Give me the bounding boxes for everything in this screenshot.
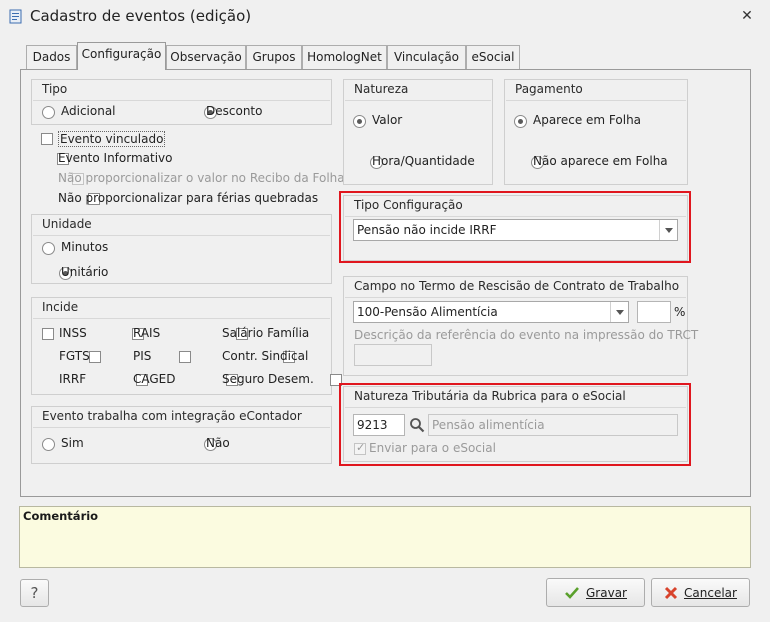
tab-configuracao[interactable]: Configuração bbox=[77, 42, 166, 70]
tipo-configuracao-title: Tipo Configuração bbox=[354, 198, 463, 212]
nao-proporcionalizar-ferias-label: Não proporcionalizar para férias quebrad… bbox=[58, 191, 319, 205]
natureza-tributaria-code-input[interactable]: 9213 bbox=[353, 414, 405, 436]
tab-vinculacao[interactable]: Vinculação bbox=[387, 45, 466, 69]
evento-vinculado-checkbox[interactable] bbox=[41, 133, 53, 145]
incide-seguro-desem-checkbox[interactable] bbox=[330, 374, 343, 386]
nao-proporcionalizar-recibo-label: Não proporcionalizar o valor no Recibo d… bbox=[58, 171, 345, 185]
tab-esocial[interactable]: eSocial bbox=[466, 45, 520, 69]
check-icon bbox=[565, 586, 579, 599]
chevron-down-icon[interactable] bbox=[610, 302, 628, 322]
incide-seguro-desem-label: Seguro Desem. bbox=[222, 372, 314, 386]
incide-fgts-checkbox[interactable] bbox=[88, 351, 101, 363]
chevron-down-icon[interactable] bbox=[659, 220, 677, 240]
cancel-label: Cancelar bbox=[684, 585, 737, 600]
natureza-tributaria-code: 9213 bbox=[357, 418, 388, 432]
natureza-valor-label: Valor bbox=[372, 113, 403, 127]
natureza-group: Natureza Valor Hora/Quantidade bbox=[343, 79, 493, 185]
evento-informativo-label: Evento Informativo bbox=[58, 151, 173, 165]
tipo-desconto-label: Desconto bbox=[206, 104, 263, 118]
incide-inss-label: INSS bbox=[59, 326, 87, 340]
enviar-esocial-label: Enviar para o eSocial bbox=[369, 441, 496, 455]
pagamento-nao-aparece-label: Não aparece em Folha bbox=[533, 154, 668, 168]
tipo-configuracao-group: Tipo Configuração Pensão não incide IRRF bbox=[343, 195, 688, 261]
cancel-button[interactable]: Cancelar bbox=[651, 578, 750, 607]
tipo-configuracao-select[interactable]: Pensão não incide IRRF bbox=[353, 219, 678, 241]
unidade-minutos-label: Minutos bbox=[61, 240, 109, 254]
econtador-nao-label: Não bbox=[206, 436, 230, 450]
enviar-esocial-checkbox[interactable] bbox=[354, 441, 366, 455]
natureza-hora-label: Hora/Quantidade bbox=[372, 154, 475, 168]
incide-salario-familia-label: Salário Família bbox=[222, 326, 310, 340]
incide-irrf-label: IRRF bbox=[59, 372, 87, 386]
incide-title: Incide bbox=[42, 300, 79, 314]
rescisao-group: Campo no Termo de Rescisão de Contrato d… bbox=[343, 276, 698, 376]
save-label: Gravar bbox=[586, 585, 627, 600]
tab-grupos[interactable]: Grupos bbox=[246, 45, 302, 69]
incide-inss-checkbox[interactable] bbox=[42, 328, 54, 340]
incide-pis-checkbox[interactable] bbox=[178, 351, 191, 363]
unidade-unitario-label: Unitário bbox=[61, 265, 109, 279]
tab-homolognet[interactable]: HomologNet bbox=[302, 45, 387, 69]
evento-vinculado-label: Evento vinculado bbox=[58, 131, 166, 147]
rescisao-percent-input[interactable] bbox=[637, 301, 671, 323]
save-button[interactable]: Gravar bbox=[546, 578, 645, 607]
econtador-sim-label: Sim bbox=[61, 436, 84, 450]
rescisao-descricao-input[interactable] bbox=[354, 344, 432, 366]
help-button[interactable]: ? bbox=[20, 579, 49, 607]
econtador-sim-radio[interactable] bbox=[42, 438, 55, 451]
natureza-tributaria-description: Pensão alimentícia bbox=[432, 418, 545, 432]
tab-dados[interactable]: Dados bbox=[26, 45, 77, 69]
econtador-title: Evento trabalha com integração eContador bbox=[42, 409, 302, 423]
percent-symbol: % bbox=[674, 305, 686, 319]
incide-caged-label: CAGED bbox=[133, 372, 176, 386]
natureza-tributaria-description-input[interactable]: Pensão alimentícia bbox=[428, 414, 678, 436]
rescisao-title: Campo no Termo de Rescisão de Contrato d… bbox=[354, 279, 680, 293]
pagamento-title: Pagamento bbox=[515, 82, 583, 96]
natureza-tributaria-title: Natureza Tributária da Rubrica para o eS… bbox=[354, 389, 626, 403]
econtador-group: Evento trabalha com integração eContador… bbox=[31, 406, 332, 464]
tipo-adicional-radio[interactable] bbox=[42, 106, 55, 119]
incide-group: Incide INSS RAIS Salário Família FGTS PI… bbox=[31, 297, 343, 395]
pagamento-group: Pagamento Aparece em Folha Não aparece e… bbox=[504, 79, 688, 185]
tab-panel-configuracao: Tipo Adicional Desconto Evento vinculado… bbox=[20, 69, 751, 497]
comment-label: Comentário bbox=[23, 509, 99, 523]
incide-pis-label: PIS bbox=[133, 349, 152, 363]
incide-fgts-label: FGTS bbox=[59, 349, 90, 363]
rescisao-descricao-label: Descrição da referência do evento na imp… bbox=[354, 328, 699, 342]
unidade-minutos-radio[interactable] bbox=[42, 242, 55, 255]
pagamento-aparece-radio[interactable] bbox=[514, 115, 527, 128]
search-icon[interactable] bbox=[406, 414, 428, 436]
natureza-title: Natureza bbox=[354, 82, 409, 96]
tipo-adicional-label: Adicional bbox=[61, 104, 116, 118]
tipo-configuracao-value: Pensão não incide IRRF bbox=[357, 223, 497, 237]
natureza-tributaria-group: Natureza Tributária da Rubrica para o eS… bbox=[343, 386, 688, 462]
unidade-group: Unidade Minutos Unitário bbox=[31, 214, 332, 284]
cancel-x-icon bbox=[664, 586, 678, 599]
tipo-title: Tipo bbox=[42, 82, 68, 96]
rescisao-select[interactable]: 100-Pensão Alimentícia bbox=[353, 301, 629, 323]
app-icon bbox=[8, 8, 24, 24]
rescisao-value: 100-Pensão Alimentícia bbox=[357, 305, 498, 319]
incide-rais-label: RAIS bbox=[133, 326, 161, 340]
close-icon[interactable]: ✕ bbox=[738, 7, 756, 25]
incide-contr-sindical-label: Contr. Sindical bbox=[222, 349, 309, 363]
tab-observacao[interactable]: Observação bbox=[166, 45, 246, 69]
tipo-group: Tipo Adicional Desconto bbox=[31, 79, 332, 125]
window-title: Cadastro de eventos (edição) bbox=[30, 7, 252, 25]
comment-textarea[interactable]: Comentário bbox=[19, 506, 751, 568]
natureza-valor-radio[interactable] bbox=[353, 115, 366, 128]
unidade-title: Unidade bbox=[42, 217, 92, 231]
pagamento-aparece-label: Aparece em Folha bbox=[533, 113, 642, 127]
